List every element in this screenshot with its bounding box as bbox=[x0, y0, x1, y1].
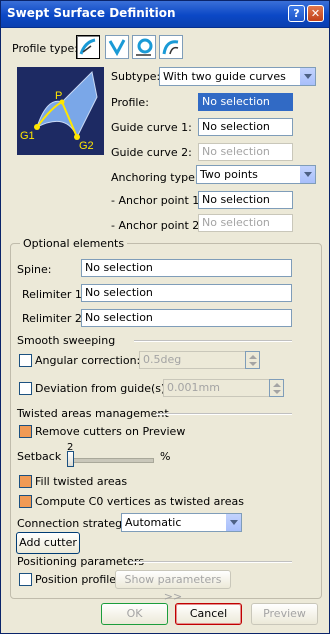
deviation-label: Deviation from guide(s): bbox=[35, 382, 169, 395]
angular-correction-checkbox[interactable] bbox=[19, 354, 32, 367]
smooth-sweeping-title: Smooth sweeping bbox=[17, 334, 116, 347]
spine-field[interactable]: No selection bbox=[81, 259, 292, 277]
fill-twisted-label: Fill twisted areas bbox=[35, 475, 128, 488]
connection-strategy-value: Automatic bbox=[125, 516, 182, 529]
add-cutter-button[interactable]: Add cutter bbox=[16, 532, 80, 554]
deviation-spinner[interactable] bbox=[269, 379, 284, 397]
relimiter-2-label: Relimiter 2: bbox=[22, 312, 86, 325]
anchor-point-1-field[interactable]: No selection bbox=[198, 191, 293, 209]
conic-profile-icon bbox=[162, 40, 179, 55]
guide-curve-1-field[interactable]: No selection bbox=[198, 118, 293, 136]
relimiter-1-label: Relimiter 1: bbox=[22, 288, 86, 301]
connection-strategy-label: Connection strategy: bbox=[17, 517, 132, 530]
smooth-sweeping-separator bbox=[134, 340, 292, 342]
positioning-separator bbox=[130, 561, 292, 563]
guide-curve-1-label: Guide curve 1: bbox=[111, 121, 192, 134]
spine-label: Spine: bbox=[17, 263, 52, 276]
profile-type-line-button[interactable] bbox=[105, 35, 129, 59]
show-parameters-button[interactable]: Show parameters >> bbox=[115, 570, 231, 603]
point-g1-label: G1 bbox=[20, 130, 35, 142]
chevron-down-icon[interactable] bbox=[225, 514, 241, 531]
angular-correction-field[interactable]: 0.5deg bbox=[139, 351, 246, 369]
circle-profile-icon bbox=[136, 38, 153, 56]
compute-c0-label: Compute C0 vertices as twisted areas bbox=[35, 495, 244, 508]
line-profile-icon bbox=[108, 39, 126, 57]
positioning-title: Positioning parameters bbox=[17, 555, 145, 568]
compute-c0-checkbox[interactable] bbox=[19, 495, 32, 508]
subtype-value: With two guide curves bbox=[163, 70, 286, 83]
subtype-diagram: P G1 G2 bbox=[17, 67, 104, 155]
setback-label: Setback bbox=[17, 450, 62, 463]
setback-slider-track[interactable] bbox=[68, 458, 154, 463]
anchoring-type-select[interactable]: Two points bbox=[196, 165, 316, 184]
anchoring-type-label: Anchoring type: bbox=[111, 171, 199, 184]
preview-button[interactable]: Preview bbox=[251, 603, 318, 625]
optional-elements-title: Optional elements bbox=[20, 237, 128, 250]
setback-slider-thumb[interactable] bbox=[67, 451, 74, 467]
anchor-point-1-label: - Anchor point 1: bbox=[111, 194, 203, 207]
guide-curve-2-field[interactable]: No selection bbox=[198, 143, 293, 161]
anchor-point-2-label: - Anchor point 2: bbox=[111, 219, 203, 232]
help-button[interactable]: ? bbox=[288, 5, 305, 22]
relimiter-2-field[interactable]: No selection bbox=[81, 309, 292, 327]
close-button[interactable]: ✕ bbox=[307, 5, 324, 22]
chevron-down-icon[interactable] bbox=[299, 166, 315, 183]
anchoring-type-value: Two points bbox=[200, 168, 258, 181]
point-p-label: P bbox=[55, 90, 62, 102]
fill-twisted-checkbox[interactable] bbox=[19, 475, 32, 488]
profile-type-circle-button[interactable] bbox=[132, 35, 156, 59]
anchor-point-2-field[interactable]: No selection bbox=[198, 214, 293, 232]
profile-label: Profile: bbox=[111, 96, 149, 109]
title-bar: Swept Surface Definition ? ✕ bbox=[1, 1, 329, 28]
setback-unit: % bbox=[160, 450, 171, 463]
deviation-checkbox[interactable] bbox=[19, 382, 32, 395]
swept-surface-diagram-image: P G1 G2 bbox=[20, 70, 98, 152]
profile-field[interactable]: No selection bbox=[198, 93, 293, 111]
profile-type-label: Profile type: bbox=[12, 42, 78, 55]
connection-strategy-select[interactable]: Automatic bbox=[121, 513, 242, 532]
subtype-label: Subtype: bbox=[111, 70, 161, 83]
cancel-button[interactable]: Cancel bbox=[175, 603, 242, 625]
point-g2-label: G2 bbox=[79, 140, 94, 152]
subtype-select[interactable]: With two guide curves bbox=[159, 67, 316, 86]
remove-cutters-checkbox[interactable] bbox=[19, 425, 32, 438]
angular-correction-label: Angular correction: bbox=[35, 354, 141, 367]
relimiter-1-field[interactable]: No selection bbox=[81, 284, 292, 302]
explicit-profile-icon bbox=[79, 38, 96, 55]
guide-curve-2-label: Guide curve 2: bbox=[111, 146, 192, 159]
remove-cutters-label: Remove cutters on Preview bbox=[35, 425, 186, 438]
twisted-areas-separator bbox=[156, 413, 292, 415]
dialog-window: Swept Surface Definition ? ✕ Profile typ… bbox=[0, 0, 330, 634]
position-profile-checkbox[interactable] bbox=[19, 573, 32, 586]
ok-button[interactable]: OK bbox=[101, 603, 168, 625]
chevron-down-icon[interactable] bbox=[299, 68, 315, 85]
angular-correction-spinner[interactable] bbox=[245, 351, 260, 369]
twisted-areas-title: Twisted areas management bbox=[17, 407, 169, 420]
deviation-field[interactable]: 0.001mm bbox=[163, 379, 270, 397]
dialog-title: Swept Surface Definition bbox=[7, 6, 176, 20]
profile-type-explicit-button[interactable] bbox=[76, 35, 100, 59]
position-profile-label: Position profile bbox=[35, 573, 117, 586]
profile-type-conic-button[interactable] bbox=[159, 35, 183, 59]
